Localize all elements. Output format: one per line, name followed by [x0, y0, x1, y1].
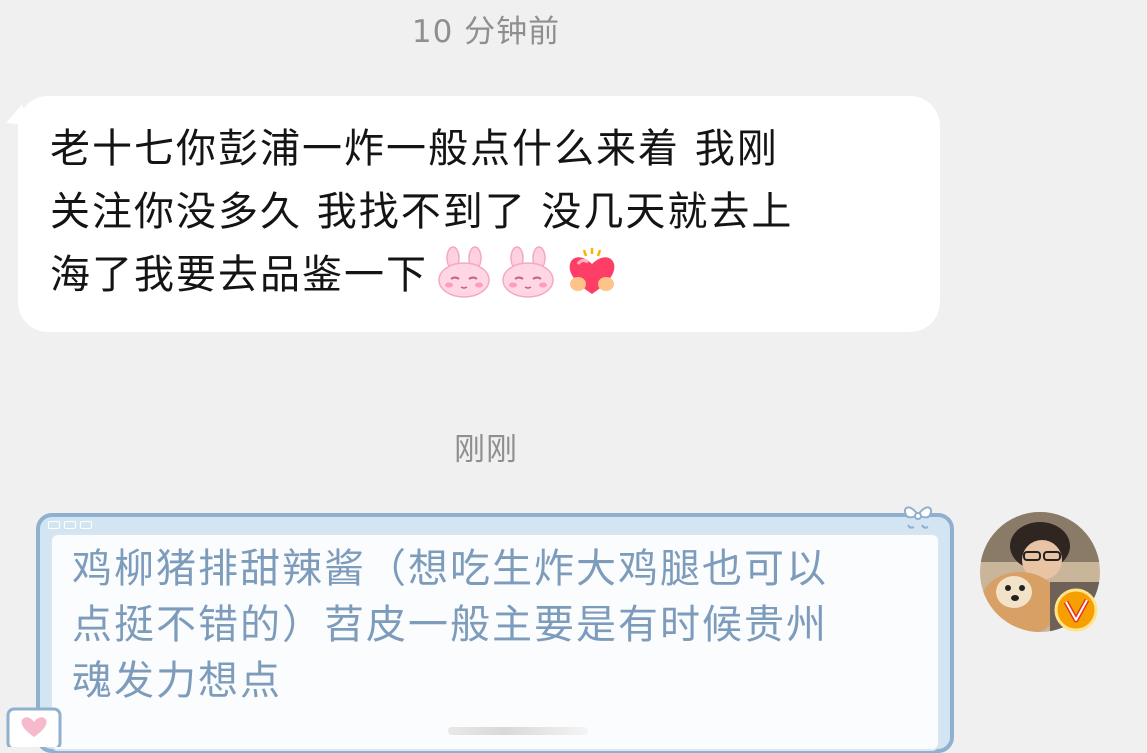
heart-hug-emoji — [569, 248, 615, 294]
incoming-message-text: 老十七你彭浦一炸一般点什么来着 我刚 关注你没多久 我找不到了 没几天就去上 海… — [50, 126, 794, 298]
verified-v-badge-icon — [1054, 588, 1098, 632]
scroll-indicator — [448, 727, 588, 735]
outgoing-message-text: 鸡柳猪排甜辣酱（想吃生炸大鸡腿也可以 点挺不错的）苕皮一般主要是有时候贵州 魂发… — [72, 546, 828, 704]
bow-icon — [904, 506, 932, 529]
outgoing-bubble-content: 鸡柳猪排甜辣酱（想吃生炸大鸡腿也可以 点挺不错的）苕皮一般主要是有时候贵州 魂发… — [50, 533, 940, 751]
incoming-message-bubble[interactable]: 老十七你彭浦一炸一般点什么来着 我刚 关注你没多久 我找不到了 没几天就去上 海… — [18, 96, 940, 332]
message-timestamp: 10 分钟前 — [411, 14, 561, 50]
bunny-blush-emoji — [438, 246, 490, 298]
bunny-blush-emoji — [502, 246, 554, 298]
window-dots-decoration — [48, 521, 92, 529]
outgoing-message-bubble[interactable]: 鸡柳猪排甜辣酱（想吃生炸大鸡腿也可以 点挺不错的）苕皮一般主要是有时候贵州 魂发… — [36, 506, 954, 753]
heart-envelope-icon — [6, 707, 62, 747]
message-timestamp: 刚刚 — [454, 432, 518, 468]
